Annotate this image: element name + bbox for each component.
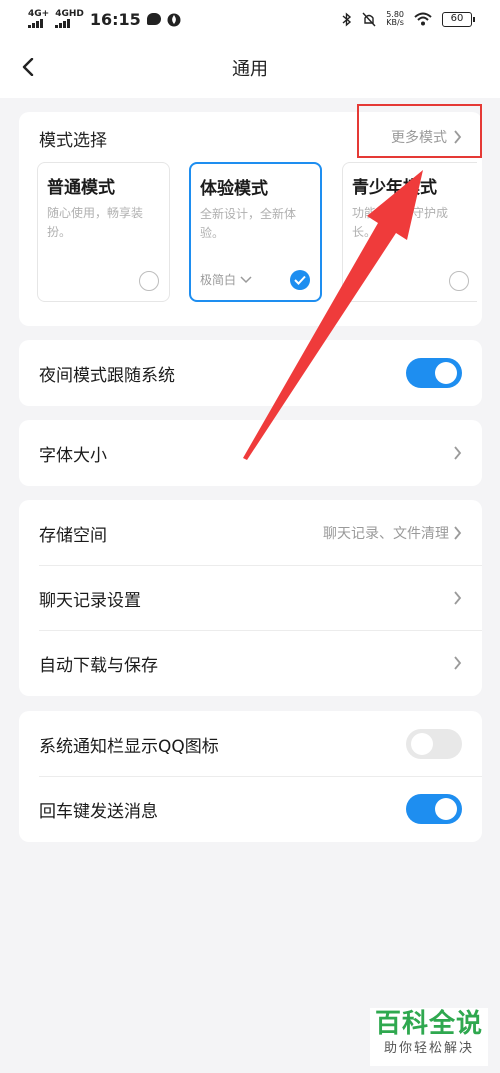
night-mode-row: 夜间模式跟随系统 — [19, 340, 482, 406]
toggle-knob — [411, 733, 433, 755]
mode-name: 体验模式 — [200, 179, 268, 199]
status-left: 4G+ 4GHD 16:15 — [28, 10, 181, 29]
theme-dropdown-value: 极简白 — [200, 273, 237, 287]
storage-row[interactable]: 存储空间 聊天记录、文件清理 — [19, 500, 482, 566]
message-icon — [146, 13, 161, 25]
watermark-title: 百科全说 — [374, 1009, 483, 1039]
checkmark-icon — [294, 275, 306, 285]
chat-settings-label: 聊天记录设置 — [39, 590, 141, 611]
signal-bars-icon — [28, 19, 49, 28]
bluetooth-icon — [342, 11, 352, 27]
enter-send-toggle[interactable] — [406, 794, 462, 824]
status-right: 5.80 KB/s 60 — [342, 11, 475, 27]
radio-button[interactable] — [449, 271, 469, 291]
watermark-subtitle: 助你轻松解决 — [383, 1041, 474, 1056]
font-size-card: 字体大小 — [19, 420, 482, 486]
night-mode-label: 夜间模式跟随系统 — [39, 365, 175, 386]
back-arrow-icon[interactable] — [20, 58, 38, 76]
chevron-right-icon — [454, 656, 462, 670]
mode-desc: 功能管控，守护成长。 — [352, 206, 449, 239]
chevron-right-icon — [454, 446, 462, 460]
mode-card-normal[interactable]: 普通模式 随心使用，畅享装扮。 — [37, 162, 170, 302]
signal-sim2-label: 4GHD — [55, 9, 84, 19]
page-title: 通用 — [232, 59, 268, 80]
status-bar: 4G+ 4GHD 16:15 5.80 KB/s 60 — [0, 0, 500, 38]
chat-settings-row[interactable]: 聊天记录设置 — [19, 565, 482, 631]
storage-label: 存储空间 — [39, 525, 107, 546]
mode-name: 普通模式 — [47, 178, 115, 198]
signal-bars-icon — [55, 19, 84, 28]
clock: 16:15 — [89, 9, 141, 29]
battery-icon: 60 — [442, 11, 475, 27]
mode-desc: 全新设计，全新体验。 — [200, 207, 297, 240]
enter-send-row: 回车键发送消息 — [19, 776, 482, 842]
wifi-icon — [414, 12, 432, 26]
chevron-right-icon — [454, 526, 462, 540]
toggle-knob — [435, 362, 457, 384]
network-speed: 5.80 KB/s — [386, 11, 404, 27]
font-size-row[interactable]: 字体大小 — [19, 420, 482, 486]
notify-card: 系统通知栏显示QQ图标 回车键发送消息 — [19, 711, 482, 842]
qq-icon-toggle[interactable] — [406, 729, 462, 759]
chevron-right-icon — [454, 591, 462, 605]
toggle-knob — [435, 798, 457, 820]
mode-card-teen[interactable]: 青少年模式 功能管控，守护成长。 — [342, 162, 477, 302]
theme-dropdown[interactable]: 极简白 — [200, 271, 252, 288]
chevron-down-icon — [240, 275, 252, 283]
radio-button-checked[interactable] — [290, 270, 310, 290]
watermark-logo: 百科全说 助你轻松解决 — [370, 1008, 488, 1066]
nav-bar: 通用 — [0, 38, 500, 98]
highlight-box — [357, 104, 482, 158]
network-speed-unit: KB/s — [386, 18, 404, 27]
storage-right: 聊天记录、文件清理 — [323, 523, 462, 543]
storage-card: 存储空间 聊天记录、文件清理 聊天记录设置 自动下载与保存 — [19, 500, 482, 696]
mute-icon — [362, 12, 376, 26]
flame-app-icon — [167, 13, 181, 26]
night-mode-card: 夜间模式跟随系统 — [19, 340, 482, 406]
radio-button[interactable] — [139, 271, 159, 291]
auto-download-label: 自动下载与保存 — [39, 655, 158, 676]
mode-name: 青少年模式 — [352, 178, 437, 198]
mode-selection-title: 模式选择 — [39, 131, 107, 151]
mode-card-experience[interactable]: 体验模式 全新设计，全新体验。 极简白 — [189, 162, 322, 302]
font-size-label: 字体大小 — [39, 445, 107, 466]
night-mode-toggle[interactable] — [406, 358, 462, 388]
auto-download-row[interactable]: 自动下载与保存 — [19, 630, 482, 696]
mode-desc: 随心使用，畅享装扮。 — [47, 206, 144, 239]
enter-send-label: 回车键发送消息 — [39, 801, 158, 822]
signal-sim2: 4GHD — [55, 10, 84, 28]
qq-icon-label: 系统通知栏显示QQ图标 — [39, 736, 219, 757]
qq-icon-row: 系统通知栏显示QQ图标 — [19, 711, 482, 777]
signal-sim1: 4G+ — [28, 10, 49, 28]
signal-sim1-label: 4G+ — [28, 9, 50, 19]
storage-value: 聊天记录、文件清理 — [323, 526, 449, 542]
